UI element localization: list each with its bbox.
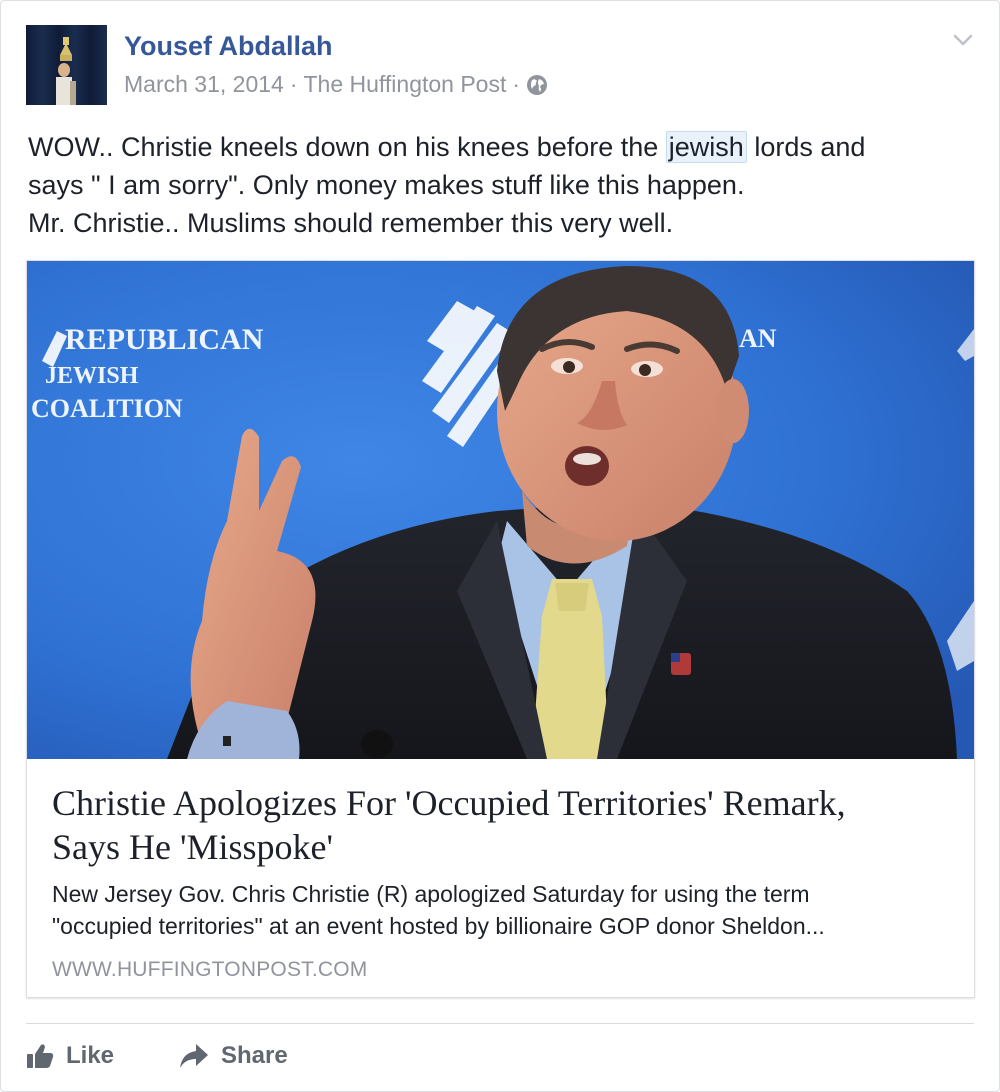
link-description-line: "occupied territories" at an event hoste… [52,913,825,939]
author-avatar[interactable] [26,25,107,105]
link-title-line: Says He 'Misspoke' [52,827,333,867]
link-title-line: Christie Apologizes For 'Occupied Territ… [52,783,846,823]
chevron-down-icon[interactable] [952,29,974,51]
globe-icon[interactable] [526,74,548,96]
post-date[interactable]: March 31, 2014 [124,71,284,98]
post-message-text: WOW.. Christie kneels down on his knees … [28,132,666,162]
share-label: Share [221,1042,288,1069]
share-button[interactable]: Share [179,1036,288,1076]
author-name[interactable]: Yousef Abdallah [124,31,333,62]
thumbs-up-icon [27,1044,54,1068]
link-preview-title[interactable]: Christie Apologizes For 'Occupied Territ… [52,781,952,869]
link-preview-description: New Jersey Gov. Chris Christie (R) apolo… [52,878,952,942]
link-preview-domain: WWW.HUFFINGTONPOST.COM [52,958,368,981]
actions-divider [26,1023,974,1024]
like-button[interactable]: Like [26,1036,114,1076]
like-label: Like [66,1042,115,1069]
post-source[interactable]: The Huffington Post [304,71,507,98]
feed-post: Yousef Abdallah March 31, 2014 · The Huf… [0,0,1000,1092]
backdrop-text: AN [739,324,777,353]
post-message-line: Mr. Christie.. Muslims should remember t… [28,208,674,238]
post-meta: March 31, 2014 · The Huffington Post · [124,71,548,98]
link-preview-card[interactable]: REPUBLICAN JEWISH COALITION AN Christie … [26,260,975,998]
backdrop-text: JEWISH [45,363,139,389]
highlighted-word: jewish [665,131,747,163]
backdrop-text: REPUBLICAN [65,323,264,356]
backdrop-text: COALITION [31,394,183,423]
avatar-image [26,25,107,105]
link-description-line: New Jersey Gov. Chris Christie (R) apolo… [52,881,810,907]
share-arrow-icon [180,1044,208,1068]
meta-separator: · [512,71,521,97]
link-preview-image[interactable]: REPUBLICAN JEWISH COALITION AN [27,261,974,759]
post-message-line: says " I am sorry". Only money makes stu… [28,170,745,200]
post-message-line: WOW.. Christie kneels down on his knees … [28,128,968,166]
post-message-text: lords and [746,132,866,162]
meta-separator: · [289,71,298,97]
post-message: WOW.. Christie kneels down on his knees … [28,128,968,242]
